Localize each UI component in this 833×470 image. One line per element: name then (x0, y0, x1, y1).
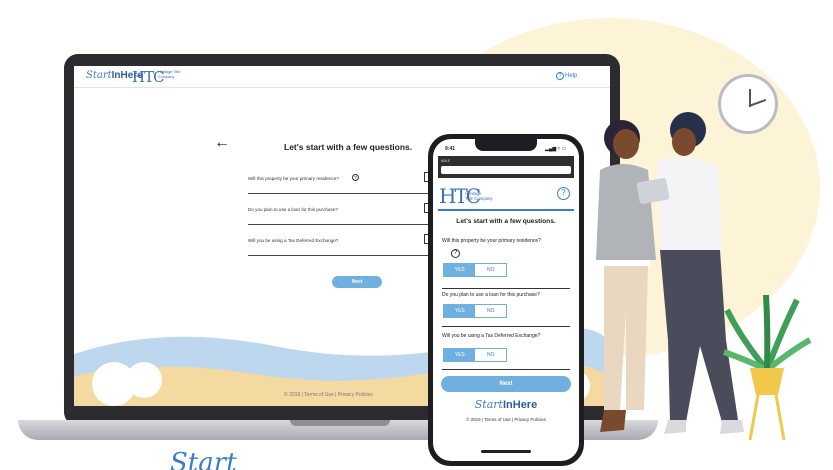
logo-bold-text: InHere (502, 399, 538, 411)
help-icon: ? (556, 72, 564, 80)
divider (248, 193, 430, 194)
toggle-loan: YES NO (443, 304, 507, 318)
htc-company-name: Heritage Title Company (465, 191, 493, 201)
question-tax-exchange: Will you be using a Tax Deferred Exchang… (248, 238, 339, 243)
script-logo-fragment: Start (170, 448, 237, 470)
laptop-header: StartInHere HTC Heritage Title Company ?… (74, 66, 610, 88)
question-primary-residence: Will this property be your primary resid… (248, 176, 339, 181)
laptop-footer: © 2019 | Terms of Use | Privacy Policies (284, 392, 373, 398)
no-button[interactable]: NO (475, 264, 506, 276)
divider (248, 255, 430, 256)
status-icons: ▂▄▆ ≈ ▭ (545, 146, 567, 152)
help-icon[interactable]: ? (557, 187, 570, 200)
back-arrow-icon[interactable]: ← (214, 134, 230, 152)
phone-footer: © 2019 | Terms of Use | Privacy Policies (466, 417, 546, 422)
browser-bar: ABLE (438, 156, 574, 178)
next-button[interactable]: Next (332, 276, 382, 288)
laptop-notch (290, 420, 390, 426)
question-primary-residence: Will this property be your primary resid… (442, 238, 541, 244)
status-time: 9:41 (445, 146, 456, 152)
question-loan: Do you plan to use a loan for this purch… (248, 207, 338, 212)
toggle-tax-exchange: YES NO (443, 348, 507, 362)
help-label: Help (565, 73, 578, 79)
divider (442, 369, 570, 370)
divider (442, 288, 570, 289)
divider (442, 326, 570, 327)
yes-button[interactable]: YES (444, 305, 476, 317)
startinhere-logo[interactable]: StartInHere (433, 398, 579, 411)
header-rule (438, 209, 574, 211)
yes-button[interactable]: YES (444, 264, 476, 276)
logo-script-text: Start (474, 398, 503, 411)
question-loan: Do you plan to use a loan for this purch… (442, 292, 540, 298)
browser-tab-label: ABLE (441, 159, 450, 163)
no-button[interactable]: NO (475, 349, 506, 361)
help-link[interactable]: ? Help (556, 72, 577, 80)
page-title: Let's start with a few questions. (456, 218, 556, 225)
next-button[interactable]: Next (441, 376, 571, 392)
address-field[interactable] (441, 166, 571, 174)
no-button[interactable]: NO (475, 305, 506, 317)
question-help-icon[interactable]: ? (352, 174, 359, 181)
toggle-primary-residence: YES NO (443, 263, 507, 277)
home-indicator (481, 450, 531, 453)
plant-illustration (723, 294, 812, 440)
htc-name-line2: Title Company (465, 196, 493, 201)
htc-company-name: Heritage Title Company (158, 70, 181, 79)
logo-script-text: Start (86, 70, 112, 81)
promo-scene: StartInHere HTC Heritage Title Company ?… (0, 0, 833, 470)
question-help-icon[interactable]: ? (451, 249, 460, 258)
question-tax-exchange: Will you be using a Tax Deferred Exchang… (442, 333, 541, 339)
divider (248, 224, 430, 225)
yes-button[interactable]: YES (444, 349, 476, 361)
phone-notch (475, 139, 537, 151)
page-title: Let's start with a few questions. (284, 142, 413, 152)
phone-screen: 9:41 ▂▄▆ ≈ ▭ ABLE HTC Heritage Title Com… (433, 139, 579, 461)
